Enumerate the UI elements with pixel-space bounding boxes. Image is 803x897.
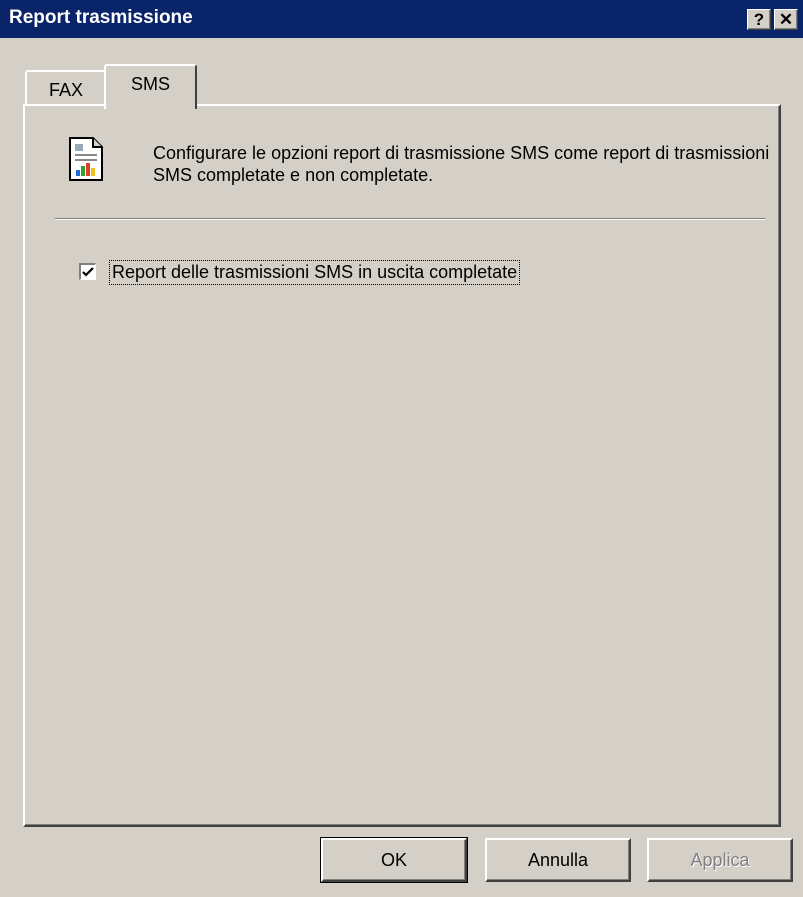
cancel-button[interactable]: Annulla (485, 838, 631, 882)
title-bar[interactable]: Report trasmissione ? ✕ (0, 0, 803, 38)
help-button[interactable]: ? (747, 9, 771, 30)
document-chart-icon (69, 137, 103, 181)
close-button[interactable]: ✕ (774, 9, 798, 30)
checkmark-icon (82, 267, 94, 277)
separator (55, 218, 765, 220)
window-title: Report trasmissione (9, 7, 193, 28)
description-text: Configurare le opzioni report di trasmis… (153, 143, 770, 185)
checkbox-label[interactable]: Report delle trasmissioni SMS in uscita … (109, 260, 521, 285)
report-dialog: Report trasmissione ? ✕ FAX SMS Configur… (0, 0, 803, 897)
checkbox-box[interactable] (79, 263, 96, 280)
ok-button[interactable]: OK (320, 837, 468, 883)
sms-tab-panel: Configurare le opzioni report di trasmis… (23, 104, 781, 827)
tab-sms[interactable]: SMS (104, 64, 197, 109)
apply-button[interactable]: Applica (647, 838, 793, 882)
tab-fax[interactable]: FAX (25, 70, 107, 106)
